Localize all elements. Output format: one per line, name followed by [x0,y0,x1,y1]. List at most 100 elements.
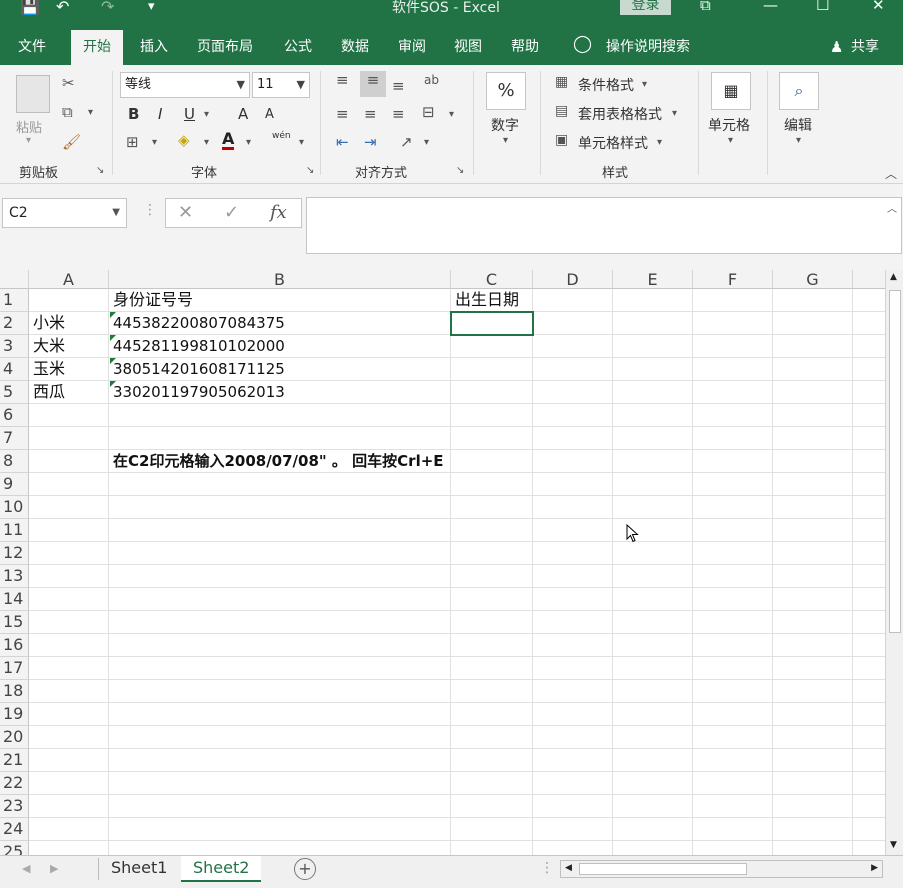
cell-b3[interactable]: 445281199810102000 [109,335,285,357]
formula-input[interactable]: ︿ [306,197,902,254]
vertical-scroll-thumb[interactable] [889,290,901,633]
row-header-12[interactable]: 12 [0,542,29,565]
column-header-f[interactable]: F [693,270,773,289]
grow-font-button[interactable]: A [238,105,248,123]
font-name-combo[interactable]: 等线 ▼ [120,72,250,98]
format-painter-icon[interactable]: 🖌 [62,133,81,151]
underline-button[interactable]: U [184,105,195,123]
enter-icon[interactable]: ✓ [224,202,239,223]
tab-file[interactable]: 文件 [18,37,46,65]
cut-icon[interactable]: ✂ [62,74,75,92]
paste-button[interactable]: 粘贴 [16,117,42,136]
font-size-combo[interactable]: 11 ▼ [252,72,310,98]
share-button[interactable]: 共享 [851,37,879,65]
orientation-dropdown-icon[interactable]: ▾ [424,137,429,148]
scroll-up-icon[interactable]: ▲ [890,272,897,282]
wrap-text-icon[interactable]: ab [424,73,439,87]
customize-toolbar-icon[interactable]: ▾ [148,0,155,14]
row-header-5[interactable]: 5 [0,381,29,404]
column-header-c[interactable]: C [451,270,533,289]
phonetic-guide-button[interactable]: wén [272,131,291,141]
row-header-4[interactable]: 4 [0,358,29,381]
conditional-format-button[interactable]: 条件格式 [578,75,634,95]
tell-me-search[interactable]: 操作说明搜索 [606,37,690,65]
lightbulb-icon[interactable]: ◯ [573,34,592,62]
column-header-a[interactable]: A [29,270,109,289]
row-header-16[interactable]: 16 [0,634,29,657]
underline-dropdown-icon[interactable]: ▾ [204,109,209,120]
cell-a5[interactable]: 西瓜 [29,381,65,403]
decrease-indent-icon[interactable]: ⇤ [336,133,349,151]
row-header-25[interactable]: 25 [0,841,29,855]
shrink-font-button[interactable]: A [265,107,274,122]
fill-color-dropdown-icon[interactable]: ▾ [204,137,209,148]
editing-button[interactable]: 编辑 [784,115,812,135]
tab-home[interactable]: 开始 [71,30,123,65]
align-center-icon[interactable]: ≡ [364,105,377,123]
name-box[interactable]: C2 ▼ [2,198,127,228]
row-header-18[interactable]: 18 [0,680,29,703]
row-header-7[interactable]: 7 [0,427,29,450]
cell-styles-button[interactable]: 单元格样式 [578,133,648,153]
row-header-19[interactable]: 19 [0,703,29,726]
expand-formula-bar-icon[interactable]: ︿ [887,200,897,215]
select-all-corner[interactable] [0,270,29,289]
font-launcher-icon[interactable]: ↘ [306,165,314,176]
row-header-23[interactable]: 23 [0,795,29,818]
tab-review[interactable]: 审阅 [398,37,426,65]
row-header-24[interactable]: 24 [0,818,29,841]
borders-icon[interactable]: ⊞ [126,133,139,151]
cell-b5[interactable]: 330201197905062013 [109,381,285,403]
paste-icon[interactable] [16,75,50,113]
tab-insert[interactable]: 插入 [140,37,168,65]
cell-styles-dropdown-icon[interactable]: ▾ [657,137,662,148]
fill-color-icon[interactable]: ◈ [178,131,190,149]
cell-b1[interactable]: 身份证号号 [109,289,193,311]
column-header-e[interactable]: E [613,270,693,289]
sheet-next-icon[interactable]: ▶ [50,862,58,875]
row-header-2[interactable]: 2 [0,312,29,335]
column-header-d[interactable]: D [533,270,613,289]
format-as-table-dropdown-icon[interactable]: ▾ [672,108,677,119]
copy-dropdown-icon[interactable]: ▾ [88,107,93,118]
cell-a4[interactable]: 玉米 [29,358,65,380]
tab-data[interactable]: 数据 [341,37,369,65]
collapse-ribbon-icon[interactable]: ︿ [885,165,897,182]
row-header-6[interactable]: 6 [0,404,29,427]
row-header-11[interactable]: 11 [0,519,29,542]
column-header-b[interactable]: B [109,270,451,289]
row-header-10[interactable]: 10 [0,496,29,519]
row-header-9[interactable]: 9 [0,473,29,496]
alignment-launcher-icon[interactable]: ↘ [456,165,464,176]
row-header-22[interactable]: 22 [0,772,29,795]
sheet-tab-sheet1[interactable]: Sheet1 [99,856,179,882]
paste-dropdown-icon[interactable]: ▾ [26,135,31,146]
row-header-17[interactable]: 17 [0,657,29,680]
italic-button[interactable]: I [158,105,162,123]
row-header-20[interactable]: 20 [0,726,29,749]
active-cell-c2[interactable] [450,311,534,336]
maximize-icon[interactable]: ☐ [816,0,829,14]
minimize-icon[interactable]: — [763,0,778,14]
tab-help[interactable]: 帮助 [511,37,539,65]
merge-center-icon[interactable]: ⊟ [422,103,435,121]
horizontal-scrollbar[interactable]: ◀ ▶ [560,860,883,878]
increase-indent-icon[interactable]: ⇥ [364,133,377,151]
column-header-g[interactable]: G [773,270,853,289]
format-as-table-icon[interactable]: ▤ [555,103,568,119]
scroll-down-icon[interactable]: ▼ [890,840,897,850]
cell-b4[interactable]: 380514201608171125 [109,358,285,380]
orientation-icon[interactable]: ↗ [400,133,413,151]
row-header-3[interactable]: 3 [0,335,29,358]
cell-b8[interactable]: 在C2印元格输入2008/07/08" 。 回车按Crl+E [109,450,444,472]
bold-button[interactable]: B [128,105,139,123]
save-icon[interactable]: 💾 [20,0,40,16]
align-left-icon[interactable]: ≡ [336,105,349,123]
close-icon[interactable]: ✕ [872,0,885,14]
scroll-right-icon[interactable]: ▶ [871,863,878,873]
ribbon-display-options-icon[interactable]: ⧉ [700,0,711,14]
align-right-icon[interactable]: ≡ [392,105,405,123]
cell-b2[interactable]: 445382200807084375 [109,312,285,334]
cell-a3[interactable]: 大米 [29,335,65,357]
align-top-icon[interactable]: ≡ [336,71,349,89]
